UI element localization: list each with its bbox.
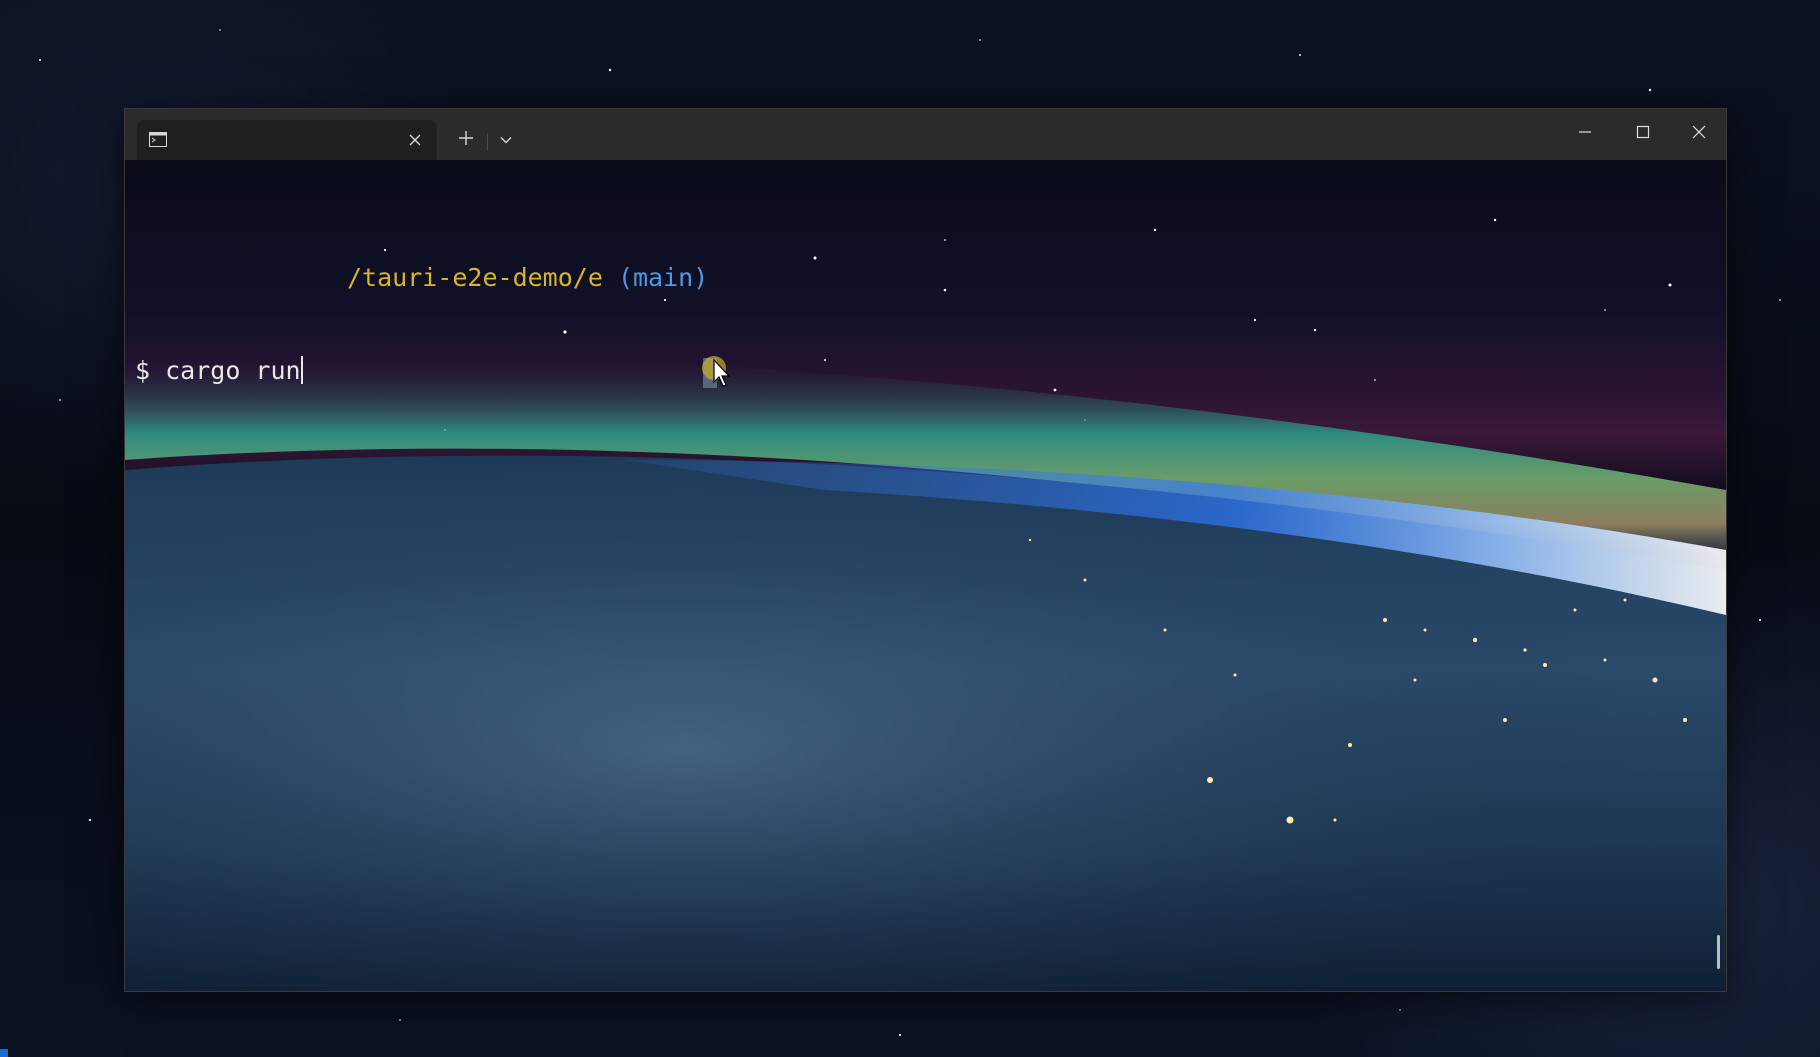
tab-dropdown-button[interactable] [491, 124, 521, 156]
minimize-icon [1578, 125, 1592, 144]
terminal-output: /tauri-e2e-demo/e (main) $ cargo run [135, 200, 708, 448]
git-branch: (main) [617, 263, 709, 292]
command-text: cargo run [165, 356, 301, 385]
close-window-button[interactable] [1670, 109, 1728, 160]
tab-terminal[interactable] [137, 120, 437, 160]
start-button[interactable] [0, 1049, 8, 1057]
new-tab-button[interactable] [449, 124, 483, 156]
prompt-path-end: e [587, 263, 603, 292]
chevron-down-icon [500, 131, 512, 149]
plus-icon [458, 130, 474, 151]
prompt-path-line: /tauri-e2e-demo/e (main) [135, 262, 708, 293]
maximize-button[interactable] [1614, 109, 1672, 160]
maximize-icon [1636, 125, 1650, 144]
prompt-symbol: $ [135, 356, 151, 385]
terminal-icon [149, 132, 167, 147]
mouse-pointer-icon [700, 354, 740, 398]
scrollbar[interactable] [1717, 935, 1720, 969]
terminal-area[interactable]: /tauri-e2e-demo/e (main) $ cargo run [125, 160, 1726, 991]
minimize-button[interactable] [1556, 109, 1614, 160]
close-icon [1692, 125, 1706, 144]
text-cursor [300, 356, 303, 384]
tab-separator [487, 133, 488, 151]
prompt-path: /tauri-e2e-demo/ [347, 263, 588, 292]
close-icon[interactable] [403, 128, 427, 152]
title-bar[interactable] [125, 109, 1726, 160]
terminal-window: /tauri-e2e-demo/e (main) $ cargo run [124, 108, 1727, 992]
command-line[interactable]: $ cargo run [135, 355, 708, 386]
